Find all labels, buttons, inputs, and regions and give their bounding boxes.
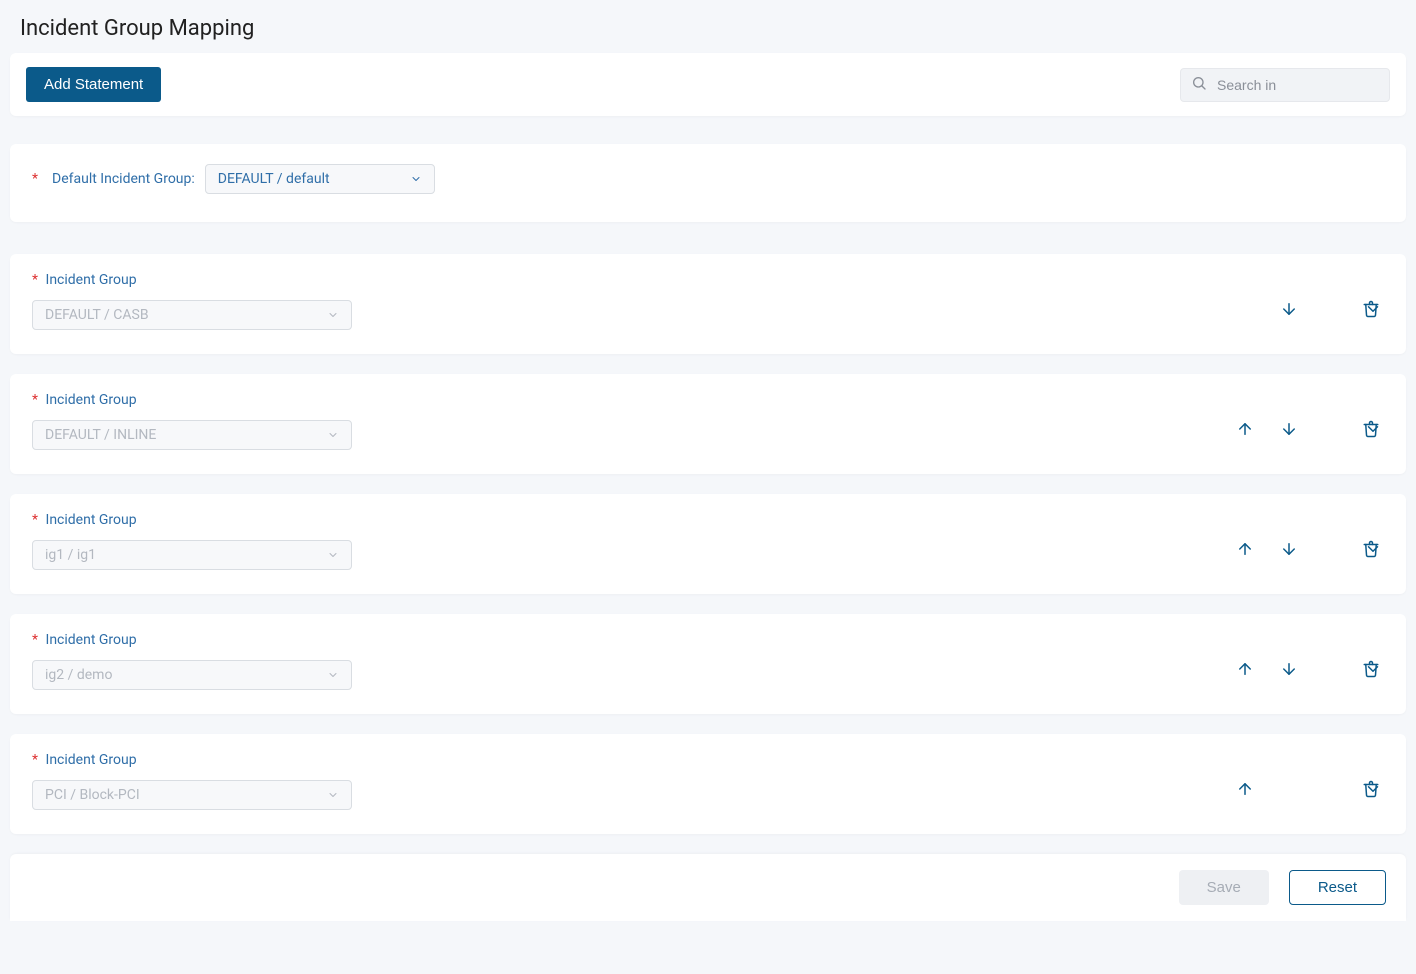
- rule-group-value: DEFAULT / CASB: [45, 307, 149, 323]
- page-title: Incident Group Mapping: [10, 12, 1406, 53]
- expand-button[interactable]: [1358, 534, 1388, 567]
- footer-bar: Save Reset: [10, 854, 1406, 921]
- rule-group-value: ig1 / ig1: [45, 547, 96, 563]
- rule-group-value: PCI / Block-PCI: [45, 787, 140, 803]
- move-down-button[interactable]: [1276, 536, 1302, 562]
- add-statement-button[interactable]: Add Statement: [26, 67, 161, 102]
- move-down-button[interactable]: [1276, 296, 1302, 322]
- rule-label: Incident Group: [46, 512, 137, 528]
- toolbar: Add Statement: [10, 53, 1406, 116]
- search-icon: [1191, 75, 1217, 95]
- rule-group-select[interactable]: ig2 / demo: [32, 660, 352, 690]
- rule-label-row: * Incident Group: [32, 272, 362, 288]
- default-group-card: * Default Incident Group: DEFAULT / defa…: [10, 144, 1406, 222]
- expand-button[interactable]: [1358, 774, 1388, 807]
- rule-label: Incident Group: [46, 272, 137, 288]
- rule-label: Incident Group: [46, 752, 137, 768]
- rule-card: * Incident Group ig1 / ig1: [10, 494, 1406, 594]
- move-up-button[interactable]: [1232, 656, 1258, 682]
- rule-label: Incident Group: [46, 632, 137, 648]
- required-asterisk: *: [32, 392, 38, 408]
- chevron-down-icon: [327, 549, 339, 561]
- default-group-select[interactable]: DEFAULT / default: [205, 164, 435, 194]
- chevron-down-icon: [327, 309, 339, 321]
- required-asterisk: *: [32, 171, 38, 187]
- required-asterisk: *: [32, 632, 38, 648]
- required-asterisk: *: [32, 752, 38, 768]
- reset-button[interactable]: Reset: [1289, 870, 1386, 905]
- required-asterisk: *: [32, 512, 38, 528]
- rule-label: Incident Group: [46, 392, 137, 408]
- chevron-down-icon: [410, 173, 422, 185]
- rule-label-row: * Incident Group: [32, 512, 362, 528]
- required-asterisk: *: [32, 272, 38, 288]
- move-up-button[interactable]: [1232, 776, 1258, 802]
- search-input[interactable]: [1217, 77, 1367, 93]
- move-up-button[interactable]: [1232, 536, 1258, 562]
- default-group-value: DEFAULT / default: [218, 171, 330, 187]
- search-box[interactable]: [1180, 68, 1390, 102]
- move-up-button[interactable]: [1232, 416, 1258, 442]
- rule-card: * Incident Group DEFAULT / CASB: [10, 254, 1406, 354]
- rule-group-select[interactable]: PCI / Block-PCI: [32, 780, 352, 810]
- chevron-down-icon: [327, 789, 339, 801]
- rule-card: * Incident Group PCI / Block-PCI: [10, 734, 1406, 834]
- chevron-down-icon: [327, 429, 339, 441]
- move-down-button[interactable]: [1276, 416, 1302, 442]
- rule-group-value: ig2 / demo: [45, 667, 112, 683]
- save-button[interactable]: Save: [1179, 870, 1269, 905]
- rule-label-row: * Incident Group: [32, 392, 362, 408]
- rules-list: * Incident Group DEFAULT / CASB: [10, 254, 1406, 834]
- rule-card: * Incident Group ig2 / demo: [10, 614, 1406, 714]
- move-down-button[interactable]: [1276, 656, 1302, 682]
- rule-card: * Incident Group DEFAULT / INLINE: [10, 374, 1406, 474]
- rule-group-select[interactable]: DEFAULT / CASB: [32, 300, 352, 330]
- expand-button[interactable]: [1358, 294, 1388, 327]
- expand-button[interactable]: [1358, 414, 1388, 447]
- expand-button[interactable]: [1358, 654, 1388, 687]
- default-group-label: Default Incident Group:: [52, 171, 195, 187]
- rule-group-value: DEFAULT / INLINE: [45, 427, 156, 443]
- rule-group-select[interactable]: DEFAULT / INLINE: [32, 420, 352, 450]
- rule-label-row: * Incident Group: [32, 632, 362, 648]
- rule-group-select[interactable]: ig1 / ig1: [32, 540, 352, 570]
- chevron-down-icon: [327, 669, 339, 681]
- rule-label-row: * Incident Group: [32, 752, 362, 768]
